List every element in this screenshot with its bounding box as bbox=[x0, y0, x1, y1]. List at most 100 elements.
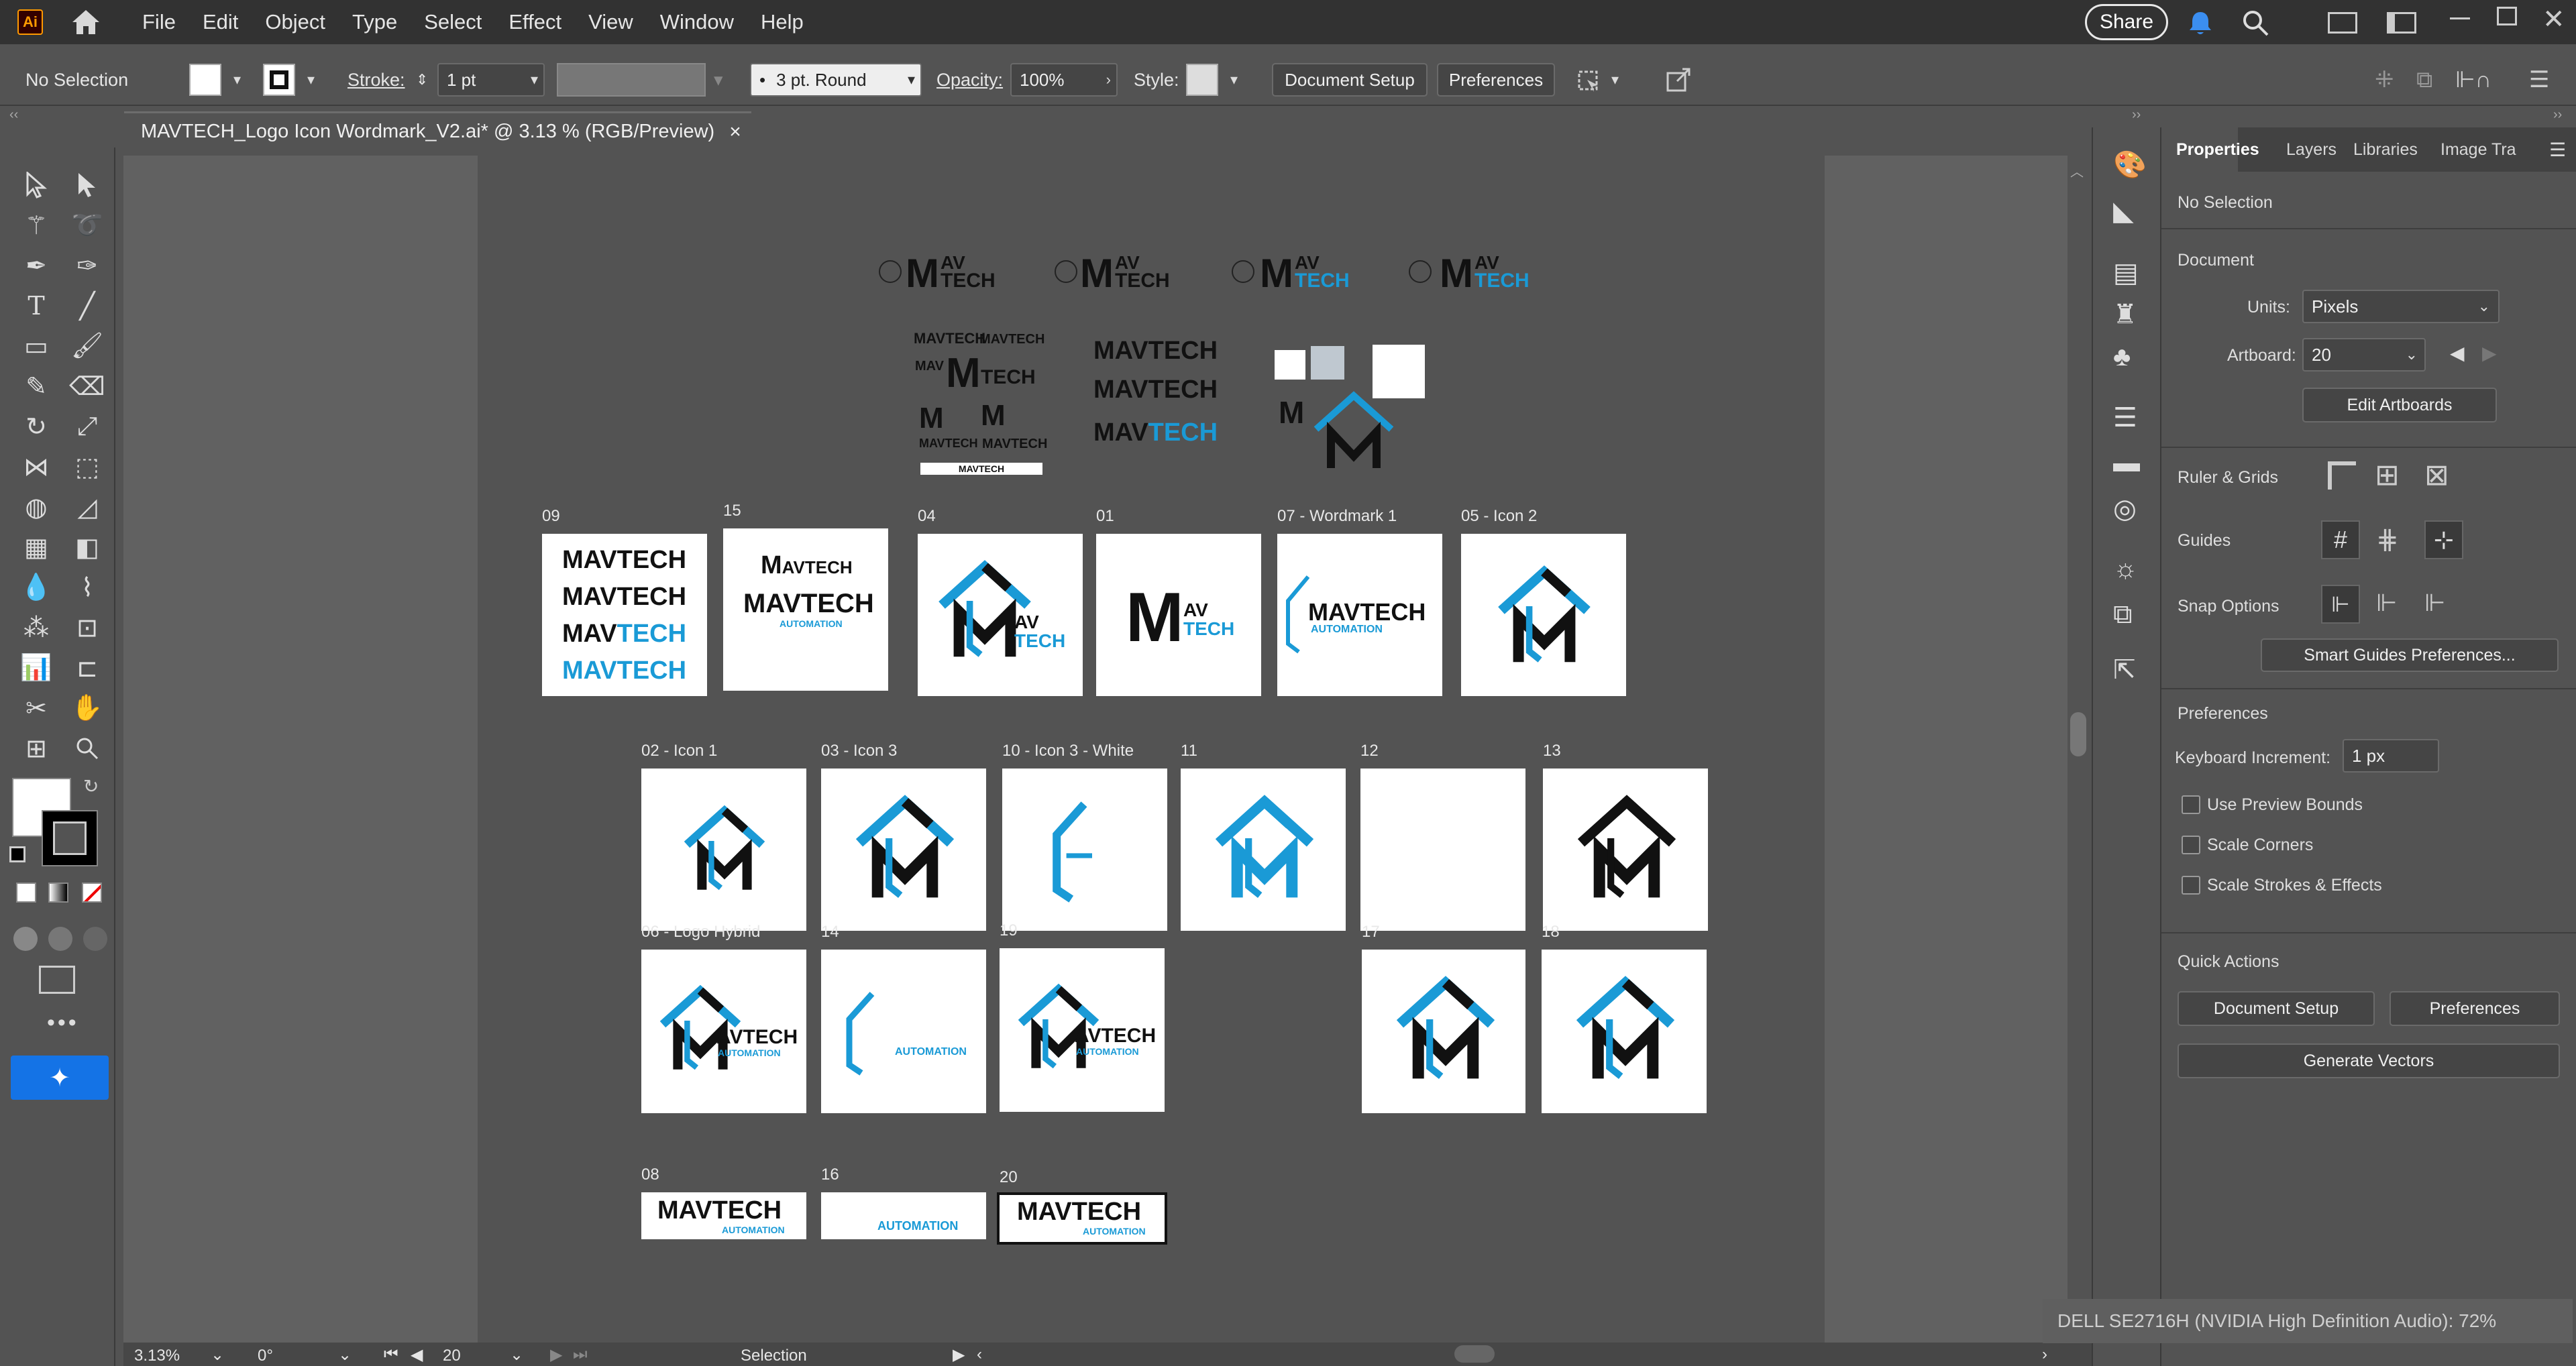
default-fill-stroke-icon[interactable] bbox=[9, 846, 25, 862]
smart-guides-icon[interactable]: ⊹ bbox=[2424, 520, 2463, 559]
artboard-02-icon-1[interactable] bbox=[641, 769, 806, 931]
brushes-icon[interactable]: ♜ bbox=[2113, 299, 2137, 330]
menu-select[interactable]: Select bbox=[424, 10, 482, 34]
perspective-grid-tool-icon[interactable]: ◿ bbox=[67, 488, 107, 526]
menu-object[interactable]: Object bbox=[265, 10, 325, 34]
edit-artboards-button[interactable]: Edit Artboards bbox=[2302, 388, 2497, 422]
screen-mode-icon[interactable] bbox=[39, 966, 75, 994]
transparency-icon[interactable]: ◎ bbox=[2113, 494, 2137, 524]
artboard-20[interactable]: MAVTECH AUTOMATION bbox=[997, 1192, 1167, 1245]
artboard-label[interactable]: 05 - Icon 2 bbox=[1461, 507, 1537, 526]
artboard-04[interactable]: AV TECH bbox=[918, 534, 1083, 696]
grid-icon[interactable]: ⊞ bbox=[2375, 461, 2400, 490]
arrange-documents-icon[interactable] bbox=[2328, 12, 2357, 34]
stroke-color-swatch[interactable] bbox=[42, 810, 98, 866]
artboard-label[interactable]: 17 bbox=[1362, 923, 1380, 942]
snap-to-pixel-icon[interactable]: ⊩ bbox=[2376, 589, 2397, 617]
stroke-swatch[interactable]: ▾ bbox=[263, 63, 315, 97]
tab-libraries[interactable]: Libraries bbox=[2353, 127, 2418, 172]
scroll-thumb[interactable] bbox=[2070, 712, 2086, 756]
swap-fill-stroke-icon[interactable]: ↻ bbox=[83, 775, 99, 797]
curvature-tool-icon[interactable]: ✑ bbox=[67, 247, 107, 284]
artboard-15[interactable]: MAVTECH MAVTECH AUTOMATION bbox=[723, 528, 888, 691]
fill-swatch[interactable]: ▾ bbox=[189, 63, 241, 97]
snap-to-glyph-icon[interactable]: ⊩ bbox=[2424, 589, 2445, 617]
artboard-label[interactable]: 20 bbox=[1000, 1168, 1018, 1187]
rotation-input[interactable]: 0° bbox=[258, 1347, 273, 1365]
stroke-panel-icon[interactable]: ☰ bbox=[2113, 402, 2137, 433]
shape-builder-tool-icon[interactable]: ◍ bbox=[16, 488, 56, 526]
first-artboard-icon[interactable]: ⏮ bbox=[384, 1345, 398, 1364]
artboard-17[interactable] bbox=[1362, 950, 1525, 1113]
width-tool-icon[interactable]: ⋈ bbox=[16, 448, 56, 486]
artboard-05-icon-2[interactable] bbox=[1461, 534, 1626, 696]
menu-effect[interactable]: Effect bbox=[508, 10, 561, 34]
menu-edit[interactable]: Edit bbox=[203, 10, 238, 34]
preferences-button[interactable]: Preferences bbox=[1437, 63, 1555, 97]
scroll-left-icon[interactable]: ‹ bbox=[977, 1345, 982, 1364]
swatches-icon[interactable]: ▤ bbox=[2113, 258, 2139, 288]
generate-vectors-button[interactable]: Generate Vectors bbox=[2178, 1043, 2560, 1078]
use-preview-bounds-checkbox[interactable] bbox=[2182, 795, 2200, 814]
collapse-panels-icon[interactable]: ›› bbox=[2132, 107, 2141, 123]
stroke-stepper[interactable]: ⇕ bbox=[416, 63, 428, 97]
chevron-down-icon[interactable]: ▾ bbox=[233, 71, 241, 89]
artboard-07-wordmark-1[interactable]: MAVTECH AUTOMATION bbox=[1277, 534, 1442, 696]
symbols-icon[interactable]: ♣ bbox=[2113, 342, 2131, 372]
artboard-label[interactable]: 08 bbox=[641, 1165, 659, 1184]
transparency-grid-icon[interactable]: ⊠ bbox=[2424, 461, 2449, 490]
export-asset-icon[interactable]: ⇱ bbox=[2113, 654, 2136, 685]
appearance-icon[interactable]: ☼ bbox=[2113, 554, 2138, 584]
notification-icon[interactable] bbox=[2186, 8, 2215, 38]
previous-artboard-icon[interactable]: ◀ bbox=[2450, 342, 2465, 364]
distribute-icon[interactable]: ⧉ bbox=[2416, 63, 2432, 97]
loose-art-stacked-wordmarks[interactable]: MAVTECH MAVTECH MAV M TECH M M MAVTECH M… bbox=[912, 329, 1049, 480]
loose-art-mavtech-lines[interactable]: MAVTECH MAVTECH MAVTECH bbox=[1092, 335, 1226, 456]
zoom-level-input[interactable]: 3.13% bbox=[134, 1347, 180, 1365]
artboard-16[interactable]: AUTOMATION bbox=[821, 1192, 986, 1239]
last-artboard-icon[interactable]: ⏭ bbox=[573, 1345, 588, 1364]
canvas-vertical-scrollbar[interactable]: ︿ bbox=[2068, 156, 2089, 1343]
blend-tool-icon[interactable]: ⌇ bbox=[67, 569, 107, 606]
type-tool-icon[interactable]: T bbox=[16, 287, 56, 325]
lasso-tool-icon[interactable]: ➰ bbox=[67, 207, 107, 244]
artboard-tool-icon[interactable]: ⊏ bbox=[67, 649, 107, 687]
draw-behind-icon[interactable] bbox=[48, 927, 72, 951]
artboard-label[interactable]: 10 - Icon 3 - White bbox=[1002, 742, 1134, 760]
keyboard-increment-input[interactable]: 1 px bbox=[2343, 739, 2439, 773]
artboard-navigator[interactable]: 20 bbox=[443, 1347, 461, 1365]
artboard-11[interactable] bbox=[1181, 769, 1346, 931]
scale-tool-icon[interactable]: ⤢ bbox=[67, 408, 107, 445]
artboard-06-logo-hybrid[interactable]: AVTECH AUTOMATION bbox=[641, 950, 806, 1113]
menu-type[interactable]: Type bbox=[352, 10, 397, 34]
panel-menu-icon[interactable]: ☰ bbox=[2549, 127, 2566, 172]
share-button[interactable]: Share bbox=[2085, 4, 2168, 40]
quick-document-setup-button[interactable]: Document Setup bbox=[2178, 991, 2375, 1026]
artboard-13[interactable] bbox=[1543, 769, 1708, 931]
horizontal-scroll-thumb[interactable] bbox=[1454, 1345, 1495, 1363]
close-tab-icon[interactable]: × bbox=[729, 121, 741, 144]
artboard-label[interactable]: 18 bbox=[1542, 923, 1560, 942]
previous-artboard-icon[interactable]: ◀ bbox=[411, 1345, 423, 1365]
artboard-label[interactable]: 12 bbox=[1360, 742, 1379, 760]
artboard-09[interactable]: MAVTECH MAVTECH MAVTECH MAVTECH bbox=[542, 534, 707, 696]
artboard-03-icon-3[interactable] bbox=[821, 769, 986, 931]
color-guide-icon[interactable]: ◣ bbox=[2113, 196, 2134, 227]
gradient-tool-icon[interactable]: ◧ bbox=[67, 528, 107, 566]
artboard-19[interactable]: AVTECH AUTOMATION bbox=[1000, 948, 1165, 1112]
paintbrush-tool-icon[interactable]: 🖌 bbox=[67, 327, 107, 365]
live-paint-tool-icon[interactable]: ⊡ bbox=[67, 609, 107, 646]
none-mode-icon[interactable] bbox=[82, 883, 102, 903]
variable-width-profile[interactable] bbox=[557, 63, 706, 97]
generative-ai-button[interactable]: ✦ bbox=[11, 1056, 109, 1100]
chevron-down-icon[interactable]: ⌄ bbox=[510, 1345, 523, 1365]
artboard-label[interactable]: 11 bbox=[1181, 742, 1197, 760]
opacity-input[interactable]: 100% › bbox=[1010, 63, 1118, 97]
artboard-label[interactable]: 14 bbox=[821, 923, 839, 942]
artboard-label[interactable]: 19 bbox=[1000, 921, 1018, 940]
chevron-down-icon[interactable]: ⌄ bbox=[211, 1345, 224, 1365]
tab-layers[interactable]: Layers bbox=[2286, 127, 2337, 172]
rotate-view-tool-icon[interactable]: ⊞ bbox=[16, 730, 56, 767]
artboard-08[interactable]: MAVTECH AUTOMATION bbox=[641, 1192, 806, 1239]
align-icon[interactable]: ⁜ bbox=[2375, 63, 2394, 97]
